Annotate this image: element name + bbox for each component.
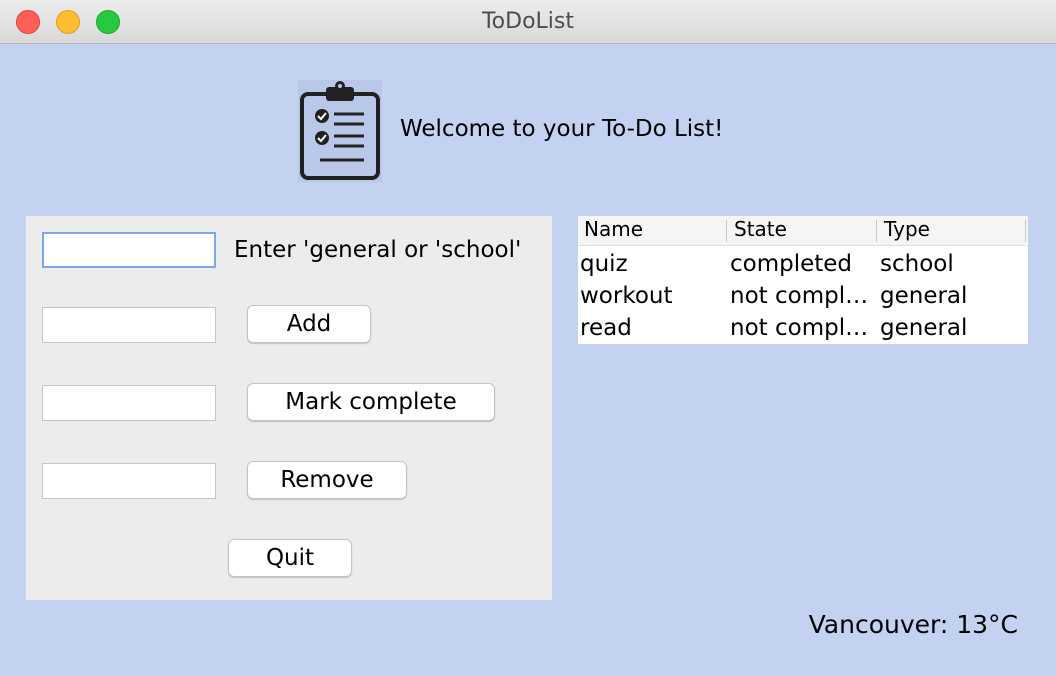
- cell-state: completed: [730, 251, 853, 277]
- add-button[interactable]: Add: [247, 305, 371, 343]
- column-header-name[interactable]: Name: [584, 217, 643, 241]
- cell-name: read: [580, 315, 632, 341]
- window-title: ToDoList: [481, 9, 575, 34]
- cell-type: school: [880, 251, 954, 277]
- clipboard-checklist-icon: [296, 80, 384, 182]
- type-input[interactable]: [42, 232, 216, 268]
- quit-button[interactable]: Quit: [228, 539, 352, 577]
- table-header: Name State Type: [578, 216, 1028, 246]
- cell-name: quiz: [580, 251, 628, 277]
- todo-table: Name State Type quiz completed school wo…: [578, 216, 1028, 344]
- add-item-input[interactable]: [42, 307, 216, 343]
- table-row[interactable]: quiz completed school: [578, 248, 1028, 280]
- weather-label: Vancouver: 13°C: [808, 610, 1018, 639]
- remove-item-input[interactable]: [42, 463, 216, 499]
- column-divider[interactable]: [726, 220, 727, 242]
- welcome-heading: Welcome to your To-Do List!: [400, 116, 724, 142]
- cell-type: general: [880, 283, 968, 309]
- cell-type: general: [880, 315, 968, 341]
- title-bar: ToDoList: [0, 0, 1056, 44]
- column-header-state[interactable]: State: [734, 217, 787, 241]
- column-divider[interactable]: [876, 220, 877, 242]
- control-panel: Enter 'general or 'school' Add Mark comp…: [26, 216, 552, 600]
- mark-complete-button[interactable]: Mark complete: [247, 383, 495, 421]
- column-divider[interactable]: [1025, 220, 1026, 242]
- type-hint-label: Enter 'general or 'school': [234, 237, 522, 263]
- complete-item-input[interactable]: [42, 385, 216, 421]
- app-window: ToDoList Welcome to your To-Do List! Ent…: [0, 0, 1056, 676]
- cell-state: not completed: [730, 315, 872, 341]
- table-row[interactable]: workout not completed general: [578, 280, 1028, 312]
- cell-state: not completed: [730, 283, 872, 309]
- cell-name: workout: [580, 283, 673, 309]
- column-header-type[interactable]: Type: [884, 217, 930, 241]
- remove-button[interactable]: Remove: [247, 461, 407, 499]
- table-row[interactable]: read not completed general: [578, 312, 1028, 344]
